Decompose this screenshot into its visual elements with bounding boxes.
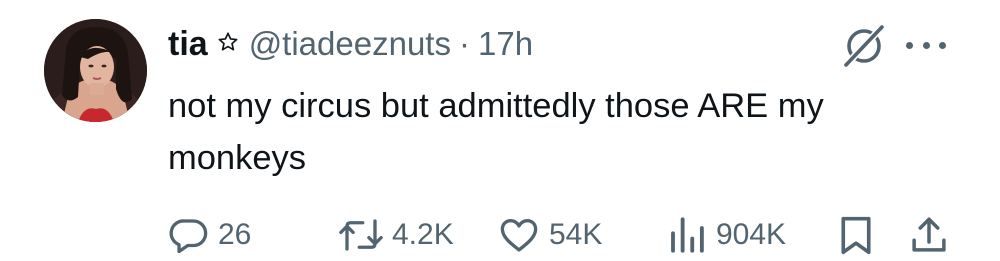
retweet-button[interactable]: 4.2K xyxy=(338,210,454,260)
share-icon[interactable] xyxy=(908,210,950,260)
views-chart-icon xyxy=(671,217,704,253)
timestamp[interactable]: 17h xyxy=(478,25,533,63)
views-button[interactable]: 904K xyxy=(666,210,786,260)
heart-icon xyxy=(500,218,538,252)
tweet-header: tia @tiadeeznuts · 17h xyxy=(168,22,533,66)
more-dot xyxy=(906,41,913,49)
grok-icon[interactable] xyxy=(840,22,888,70)
more-dot xyxy=(922,41,930,49)
reply-button[interactable]: 26 xyxy=(168,210,251,260)
reply-count: 26 xyxy=(218,218,252,251)
like-button[interactable]: 54K xyxy=(497,210,602,260)
reply-icon xyxy=(169,219,208,254)
star-outline-icon xyxy=(217,31,239,57)
tweet: tia @tiadeeznuts · 17h not my circus but… xyxy=(0,0,1000,261)
tweet-text: not my circus but admittedly those ARE m… xyxy=(168,87,824,177)
separator-dot: · xyxy=(458,25,470,62)
display-name[interactable]: tia xyxy=(168,25,208,64)
user-handle[interactable]: @tiadeeznuts xyxy=(249,25,451,63)
views-count: 904K xyxy=(716,218,787,251)
retweet-count: 4.2K xyxy=(392,218,454,251)
avatar[interactable] xyxy=(44,19,147,122)
action-bar: 26 4.2K 54K 904K xyxy=(0,210,1000,260)
bookmark-icon[interactable] xyxy=(836,210,876,260)
more-options-icon[interactable] xyxy=(906,30,946,60)
like-count: 54K xyxy=(549,218,603,251)
more-dot xyxy=(939,41,946,49)
retweet-icon xyxy=(339,219,383,251)
